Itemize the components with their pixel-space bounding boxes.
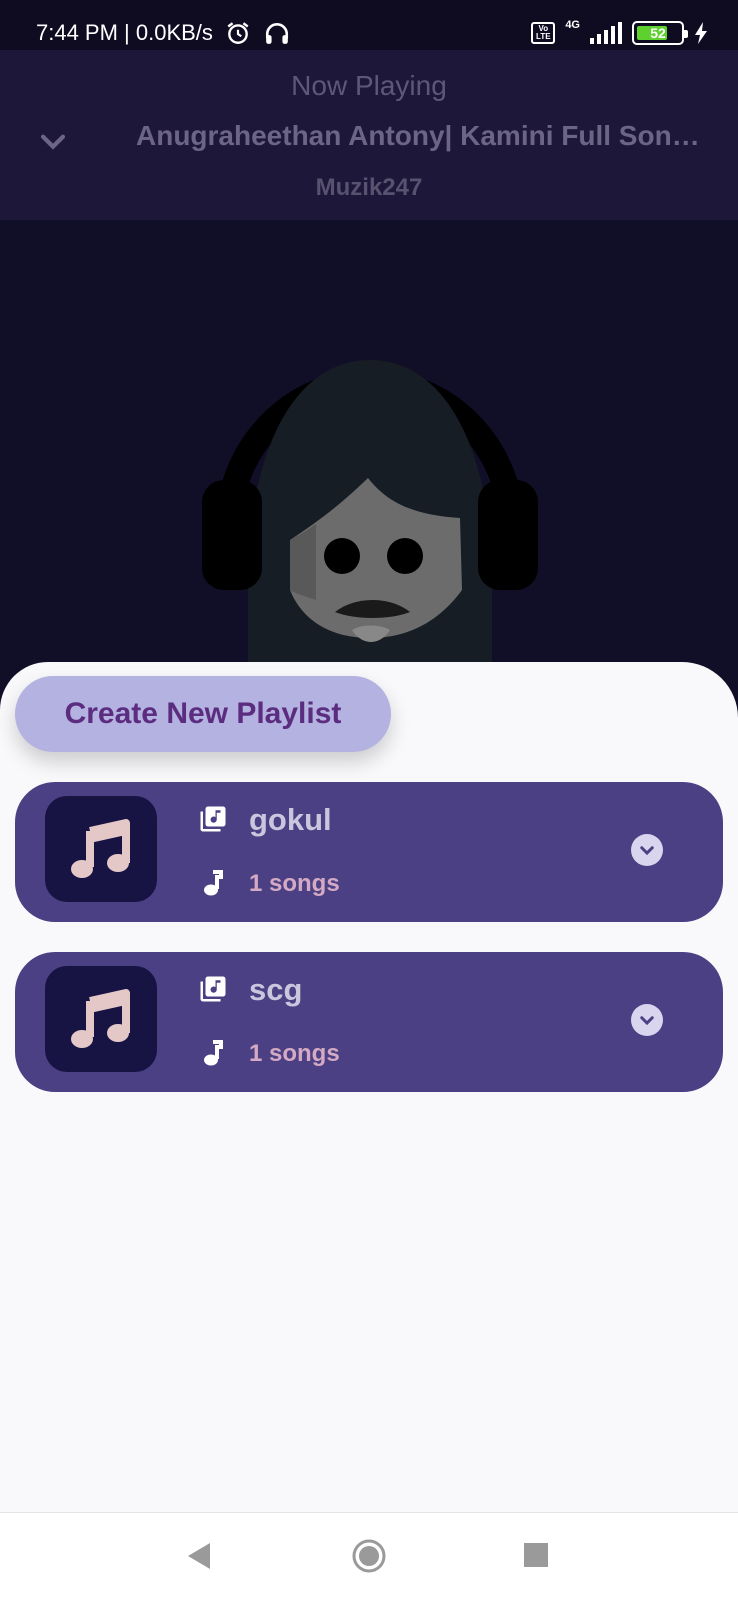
alarm-icon xyxy=(227,22,249,44)
status-right: Vo LTE 4G 52 xyxy=(531,19,708,45)
chevron-down-icon xyxy=(640,846,654,856)
expand-button[interactable] xyxy=(631,1004,663,1036)
playlist-card[interactable]: gokul 1 songs xyxy=(15,782,723,922)
music-note-icon xyxy=(204,1040,223,1066)
music-note-icon xyxy=(204,870,223,896)
network-type: 4G xyxy=(565,19,580,31)
create-playlist-button[interactable]: Create New Playlist xyxy=(15,676,391,752)
music-note-icon xyxy=(71,819,130,878)
system-nav-bar xyxy=(0,1512,738,1600)
expand-button[interactable] xyxy=(631,834,663,866)
charging-icon xyxy=(695,22,707,44)
playlist-sheet: Create New Playlist gokul 1 songs scg 1 … xyxy=(0,662,738,1512)
headphones-icon xyxy=(265,23,288,44)
recents-icon[interactable] xyxy=(524,1543,548,1567)
playlist-name: scg xyxy=(249,972,303,1007)
now-playing-artist: Muzik247 xyxy=(315,174,423,201)
status-left: 7:44 PM | 0.0KB/s xyxy=(36,20,291,46)
signal-icon xyxy=(590,22,622,44)
playlist-card[interactable]: scg 1 songs xyxy=(15,952,723,1092)
battery-level: 52 xyxy=(650,25,666,41)
playlist-song-count: 1 songs xyxy=(249,1040,340,1067)
now-playing-label: Now Playing xyxy=(291,70,447,101)
back-icon[interactable] xyxy=(186,1541,212,1571)
playlist-name: gokul xyxy=(249,802,332,837)
library-music-icon xyxy=(200,976,226,1002)
now-playing-title: Anugraheethan Antony| Kamini Full Song..… xyxy=(136,120,706,151)
now-playing-header: Now Playing Anugraheethan Antony| Kamini… xyxy=(0,50,738,220)
chevron-down-icon[interactable] xyxy=(36,124,70,158)
album-art-image xyxy=(202,360,538,670)
status-time: 7:44 PM | 0.0KB/s xyxy=(36,20,213,45)
playlist-thumbnail xyxy=(45,796,157,902)
playlist-thumbnail xyxy=(45,966,157,1072)
home-icon[interactable] xyxy=(352,1539,386,1573)
music-note-icon xyxy=(71,989,130,1048)
battery-indicator: 52 xyxy=(632,21,688,45)
library-music-icon xyxy=(200,806,226,832)
volte-badge: Vo LTE xyxy=(531,22,556,44)
playlist-song-count: 1 songs xyxy=(249,870,340,897)
chevron-down-icon xyxy=(640,1016,654,1026)
